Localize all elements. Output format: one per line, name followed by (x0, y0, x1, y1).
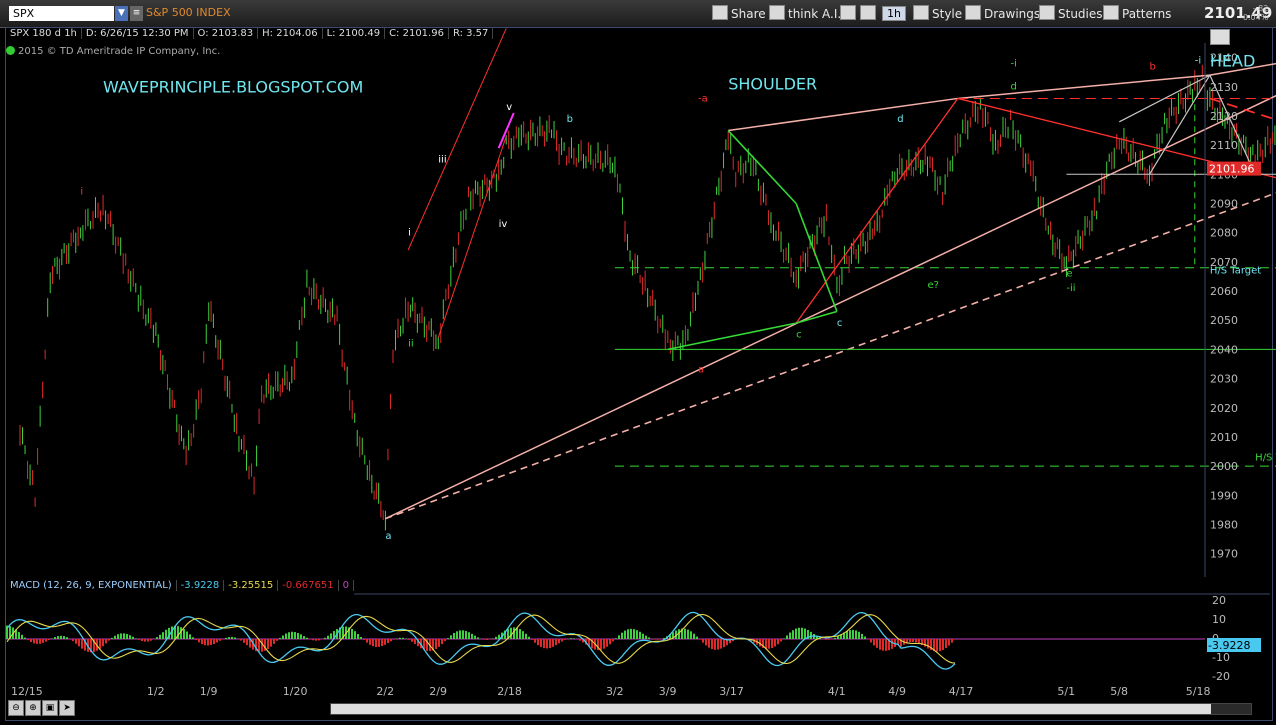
macd-zero: 0 (338, 580, 354, 591)
style-icon (913, 5, 929, 20)
studies-icon (1039, 5, 1055, 20)
info-low: L: 2100.49 (322, 28, 386, 39)
change-abs: -.82 (1252, 4, 1269, 13)
thinkai-button[interactable]: think A.I. (769, 5, 841, 22)
style-label: Style (932, 7, 963, 21)
macd-value: -3.9228 (176, 580, 225, 591)
macd-avg: -3.25515 (224, 580, 279, 591)
top-toolbar: SPX ▼ ≡ S&P 500 INDEX Share think A.I. 1… (0, 0, 1276, 28)
share-icon (712, 5, 728, 20)
info-bar: SPX 180 d 1h D: 6/26/15 12:30 PM O: 2103.8… (6, 28, 494, 42)
change-pct: -0.04% (1240, 13, 1269, 22)
drawings-label: Drawings (984, 7, 1041, 21)
patterns-icon (1103, 5, 1119, 20)
studies-button[interactable]: Studies (1039, 5, 1103, 22)
macd-label: MACD (12, 26, 9, EXPONENTIAL) (6, 580, 177, 591)
zoom-out-icon[interactable]: ⊖ (8, 700, 24, 716)
thinkai-icon (769, 5, 785, 20)
price-change: -.82 -0.04% (1240, 4, 1268, 22)
info-date: D: 6/26/15 12:30 PM (81, 28, 194, 39)
wrench-tool-button[interactable] (860, 5, 879, 22)
copyright-text: 2015 © TD Ameritrade IP Company, Inc. (6, 46, 220, 57)
info-series: SPX 180 d 1h (6, 28, 82, 39)
style-button[interactable]: Style (913, 5, 962, 22)
crosshair-tool-button[interactable] (840, 5, 859, 22)
patterns-label: Patterns (1122, 7, 1172, 21)
chart-frame (5, 27, 1273, 721)
timeframe-button[interactable]: 1h (882, 5, 906, 22)
share-button[interactable]: Share (712, 5, 766, 22)
macd-diff: -0.667651 (278, 580, 339, 591)
info-open: O: 2103.83 (193, 28, 259, 39)
share-label: Share (731, 7, 766, 21)
symbol-name: S&P 500 INDEX (146, 6, 231, 19)
chart-scrollbar[interactable] (330, 703, 1252, 715)
timeframe-label: 1h (882, 6, 906, 21)
drawings-button[interactable]: Drawings (965, 5, 1040, 22)
info-close: C: 2101.96 (385, 28, 449, 39)
drawing-tool-icon[interactable] (1210, 29, 1230, 45)
patterns-button[interactable]: Patterns (1103, 5, 1171, 22)
thinkai-label: think A.I. (788, 7, 842, 21)
info-range: R: 3.57 (448, 28, 494, 39)
macd-header: MACD (12, 26, 9, EXPONENTIAL) -3.9228 -3.2… (6, 580, 354, 595)
tda-logo-icon (6, 46, 15, 55)
zoom-in-icon[interactable]: ⊕ (25, 700, 41, 716)
crosshair-icon (840, 5, 856, 20)
scrollbar-thumb[interactable] (331, 704, 1211, 714)
symbol-dropdown-icon[interactable]: ▼ (115, 6, 128, 21)
info-high: H: 2104.06 (258, 28, 323, 39)
zoom-fit-icon[interactable]: ▣ (42, 700, 58, 716)
drawings-icon (965, 5, 981, 20)
wrench-icon (860, 5, 876, 20)
studies-label: Studies (1058, 7, 1103, 21)
copyright-label: 2015 © TD Ameritrade IP Company, Inc. (18, 46, 221, 57)
pointer-icon[interactable]: ➤ (59, 700, 75, 716)
symbol-lookup-icon[interactable]: ≡ (130, 6, 143, 21)
symbol-input[interactable]: SPX (9, 6, 114, 21)
